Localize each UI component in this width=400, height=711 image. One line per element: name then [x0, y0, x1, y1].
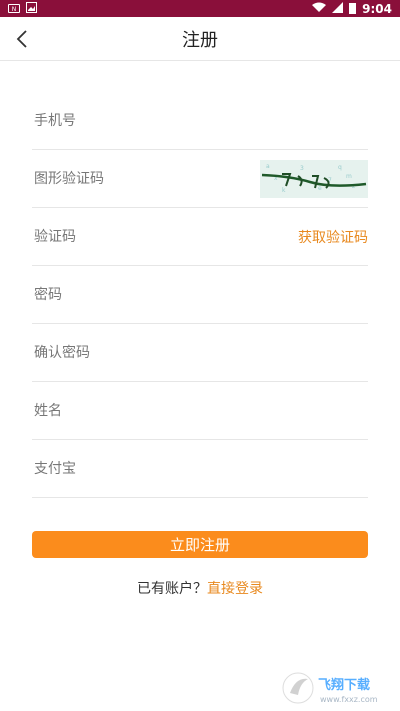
confirm-password-row — [32, 324, 368, 382]
battery-icon — [349, 3, 357, 14]
phone-row — [32, 92, 368, 150]
svg-text:k: k — [282, 187, 286, 194]
login-prompt: 已有账户？直接登录 — [0, 578, 400, 598]
notification-icon: N — [8, 4, 20, 13]
alipay-input[interactable] — [32, 459, 246, 478]
signal-icon — [332, 1, 344, 16]
wifi-icon — [312, 2, 327, 16]
back-button[interactable] — [12, 27, 32, 51]
svg-text:3: 3 — [300, 165, 304, 172]
get-code-button[interactable]: 获取验证码 — [298, 227, 368, 247]
alipay-row — [32, 440, 368, 498]
status-bar: N 9:04 — [0, 0, 400, 17]
captcha-input[interactable] — [32, 169, 246, 188]
name-input[interactable] — [32, 401, 246, 420]
page-title: 注册 — [182, 29, 218, 51]
svg-text:q: q — [338, 164, 342, 171]
login-link[interactable]: 直接登录 — [207, 581, 263, 597]
name-row — [32, 382, 368, 440]
svg-text:m: m — [346, 173, 352, 180]
confirm-password-input[interactable] — [32, 343, 246, 362]
phone-input[interactable] — [32, 111, 246, 130]
register-button[interactable]: 立即注册 — [32, 531, 368, 558]
svg-text:a: a — [266, 163, 270, 170]
svg-text:飞翔下载: 飞翔下载 — [318, 677, 370, 693]
svg-text:e: e — [318, 185, 322, 192]
captcha-image[interactable]: ak3 eqz xm7 — [260, 159, 368, 198]
chevron-left-icon — [16, 30, 27, 48]
header: 注册 — [0, 17, 400, 61]
captcha-row: ak3 eqz xm7 — [32, 150, 368, 208]
status-time: 9:04 — [362, 1, 392, 16]
sms-code-row: 获取验证码 — [32, 208, 368, 266]
password-row — [32, 266, 368, 324]
register-form: ak3 eqz xm7 获取验证码 — [32, 92, 368, 498]
image-icon — [26, 1, 37, 16]
sms-code-input[interactable] — [32, 227, 246, 246]
login-prompt-text: 已有账户？ — [137, 581, 207, 597]
password-input[interactable] — [32, 285, 246, 304]
watermark-logo: 飞翔下载 www.fxxz.com — [282, 669, 392, 707]
svg-text:www.fxxz.com: www.fxxz.com — [320, 695, 378, 704]
